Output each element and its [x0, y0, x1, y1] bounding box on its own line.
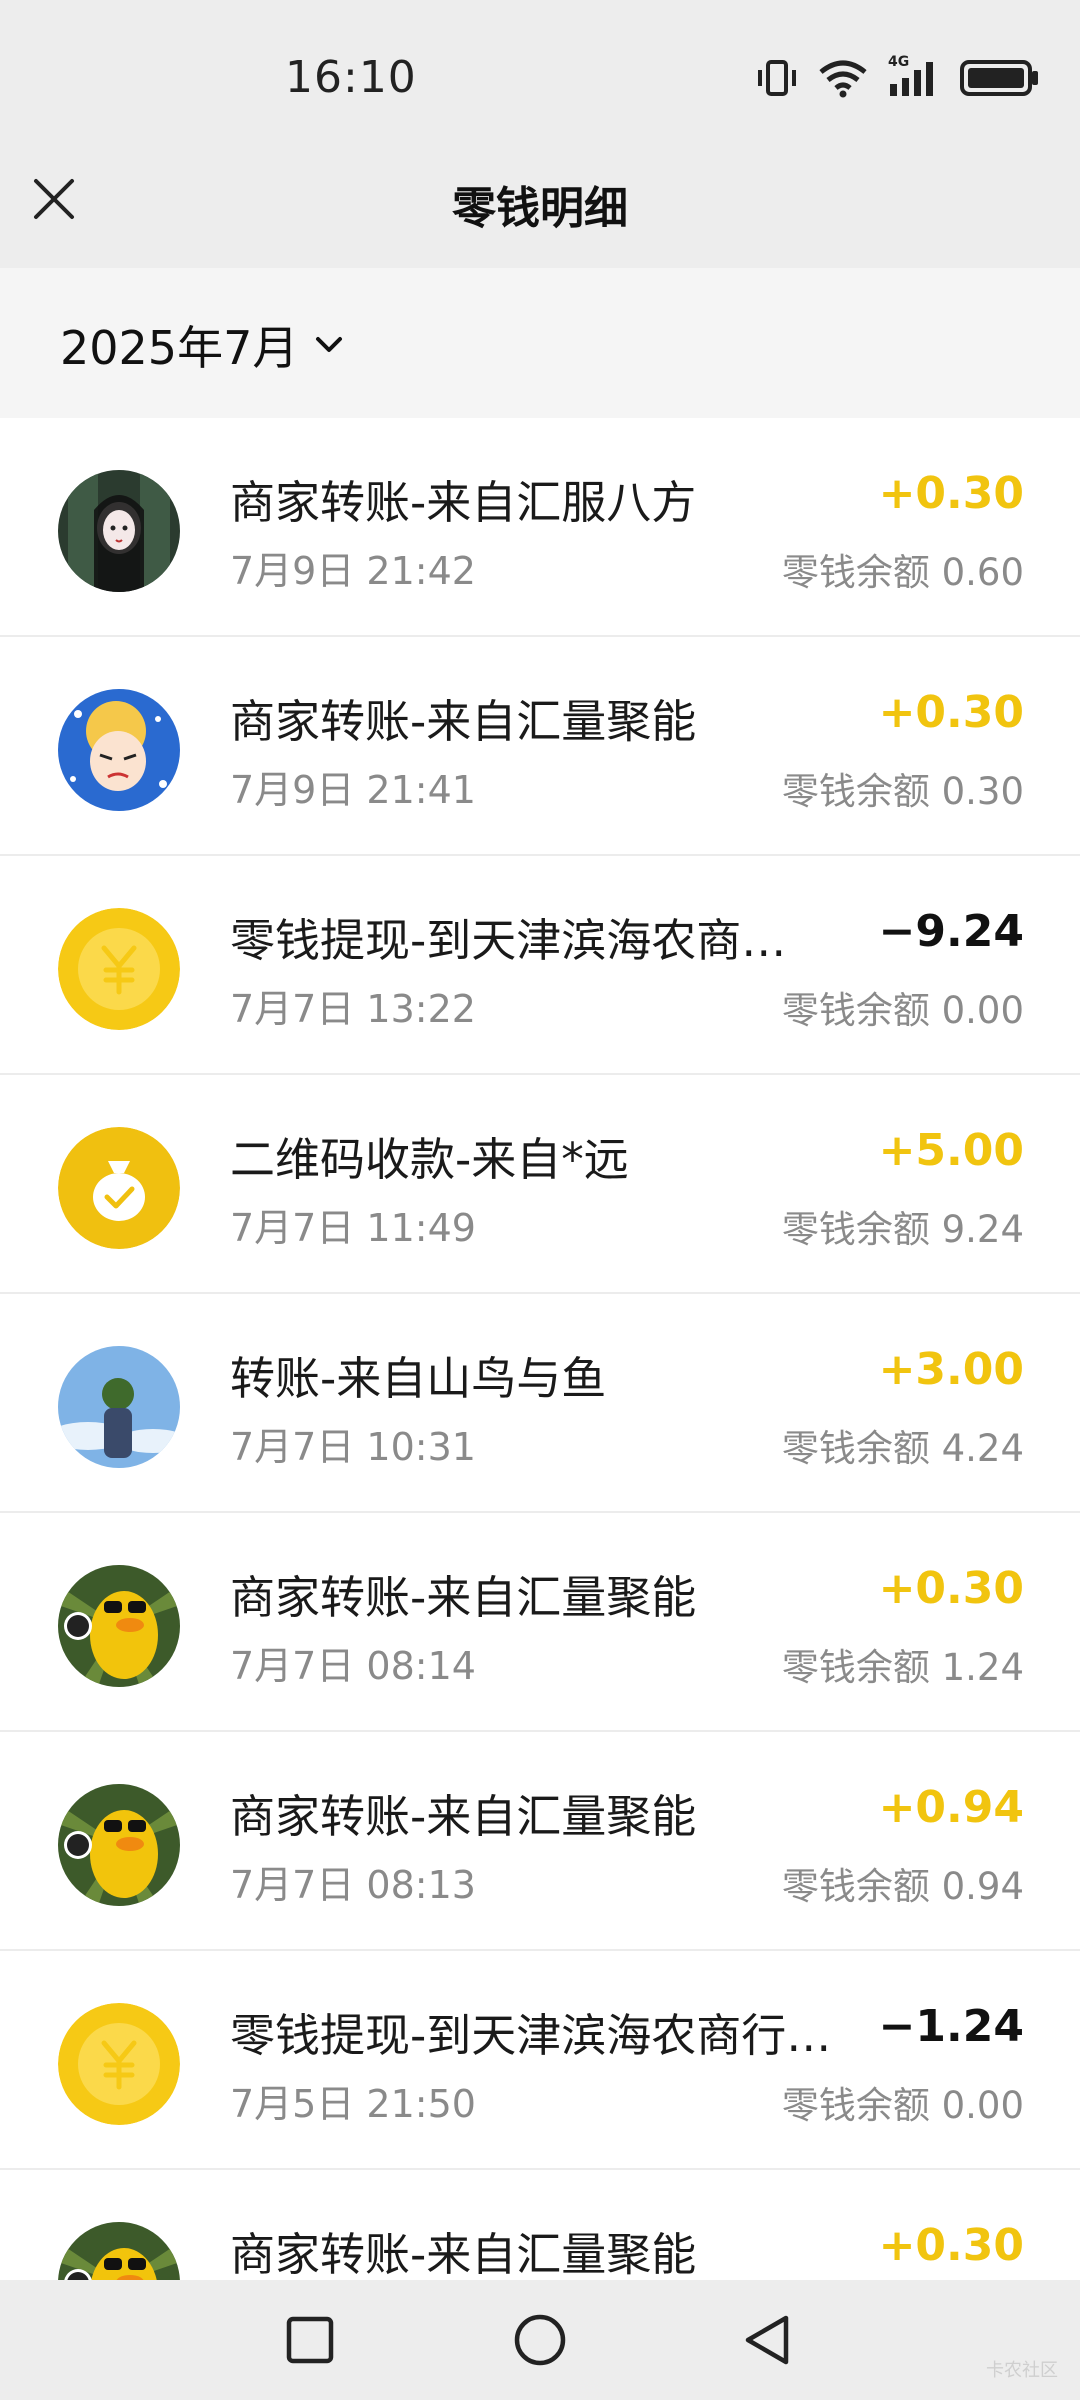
- watermark: 卡农社区: [986, 2360, 1058, 2381]
- transaction-title: 商家转账-来自汇量聚能: [230, 695, 697, 748]
- transaction-balance: 零钱余额 0.60: [781, 551, 1024, 594]
- transaction-balance: 零钱余额 0.00: [781, 989, 1024, 1032]
- vibrate-icon: [758, 60, 796, 96]
- duck-avatar: [58, 1784, 180, 1906]
- transaction-time: 7月7日 11:49: [230, 1206, 476, 1250]
- transaction-time: 7月7日 10:31: [230, 1425, 476, 1469]
- 4g-signal-icon: 4G: [888, 54, 940, 98]
- transaction-time: 7月9日 21:42: [230, 549, 476, 593]
- transaction-amount: −1.24: [878, 2001, 1024, 2052]
- transaction-balance: 零钱余额 0.94: [781, 1865, 1024, 1908]
- status-time: 16:10: [285, 52, 417, 103]
- duck-avatar: [58, 2222, 180, 2280]
- transaction-amount: +0.30: [878, 2220, 1024, 2271]
- list-item[interactable]: 二维码收款-来自*远 7月7日 11:49 +5.00 零钱余额 9.24: [0, 1075, 1080, 1294]
- status-icons: 4G: [756, 54, 1040, 100]
- chevron-down-icon: [316, 337, 343, 352]
- transaction-amount: +5.00: [878, 1125, 1024, 1176]
- transaction-time: 7月7日 08:13: [230, 1863, 476, 1907]
- system-nav-bar: 卡农社区: [0, 2280, 1080, 2400]
- transaction-title: 商家转账-来自汇量聚能: [230, 2228, 697, 2280]
- transaction-amount: +0.30: [878, 468, 1024, 519]
- wifi-icon: [819, 60, 867, 98]
- transaction-amount: +0.94: [878, 1782, 1024, 1833]
- transaction-balance: 零钱余额 4.24: [781, 1427, 1024, 1470]
- transaction-title: 商家转账-来自汇服八方: [230, 476, 697, 529]
- transaction-title: 商家转账-来自汇量聚能: [230, 1571, 697, 1624]
- transaction-title: 零钱提现-到天津滨海农商行…: [230, 2009, 830, 2062]
- transaction-title: 二维码收款-来自*远: [230, 1133, 629, 1186]
- transaction-list: 商家转账-来自汇服八方 7月9日 21:42 +0.30 零钱余额 0.60 商…: [0, 418, 1080, 2280]
- transaction-amount: −9.24: [878, 906, 1024, 957]
- yuan-coin-icon: [58, 908, 180, 1030]
- yuan-coin-icon: [58, 2003, 180, 2125]
- header: 零钱明细: [0, 150, 1080, 268]
- transaction-balance: 零钱余额 0.30: [781, 770, 1024, 813]
- list-item[interactable]: 零钱提现-到天津滨海农商… 7月7日 13:22 −9.24 零钱余额 0.00: [0, 856, 1080, 1075]
- month-label: 2025年7月: [60, 321, 299, 375]
- transaction-balance: 零钱余额 1.24: [781, 1646, 1024, 1689]
- list-item[interactable]: 商家转账-来自汇量聚能 7月7日 08:13 +0.94 零钱余额 0.94: [0, 1732, 1080, 1951]
- status-bar: 16:10 4G: [0, 0, 1080, 150]
- month-selector[interactable]: 2025年7月: [60, 312, 344, 378]
- list-item[interactable]: 转账-来自山鸟与鱼 7月7日 10:31 +3.00 零钱余额 4.24: [0, 1294, 1080, 1513]
- list-item[interactable]: 商家转账-来自汇量聚能 +0.30: [0, 2170, 1080, 2280]
- filter-bar: 2025年7月: [0, 268, 1080, 418]
- battery-icon: [960, 60, 1038, 96]
- transaction-title: 转账-来自山鸟与鱼: [230, 1352, 607, 1405]
- transaction-amount: +0.30: [878, 1563, 1024, 1614]
- cartoon-avatar: [58, 689, 180, 811]
- transaction-title: 商家转账-来自汇量聚能: [230, 1790, 697, 1843]
- square-icon[interactable]: [280, 2310, 340, 2370]
- transaction-time: 7月5日 21:50: [230, 2082, 476, 2126]
- transaction-time: 7月7日 08:14: [230, 1644, 476, 1688]
- money-bag-icon: [58, 1127, 180, 1249]
- page-title: 零钱明细: [452, 183, 628, 234]
- transaction-balance: 零钱余额 9.24: [781, 1208, 1024, 1251]
- transaction-amount: +3.00: [878, 1344, 1024, 1395]
- transaction-time: 7月7日 13:22: [230, 987, 476, 1031]
- sky-photo-avatar: [58, 1346, 180, 1468]
- dark-girl-avatar: [58, 470, 180, 592]
- transaction-balance: 零钱余额 0.00: [781, 2084, 1024, 2127]
- transaction-time: 7月9日 21:41: [230, 768, 476, 812]
- circle-icon[interactable]: [510, 2310, 570, 2370]
- list-item[interactable]: 商家转账-来自汇量聚能 7月9日 21:41 +0.30 零钱余额 0.30: [0, 637, 1080, 856]
- transaction-title: 零钱提现-到天津滨海农商…: [230, 914, 787, 967]
- triangle-back-icon[interactable]: [738, 2310, 798, 2370]
- duck-avatar: [58, 1565, 180, 1687]
- transaction-amount: +0.30: [878, 687, 1024, 738]
- list-item[interactable]: 零钱提现-到天津滨海农商行… 7月5日 21:50 −1.24 零钱余额 0.0…: [0, 1951, 1080, 2170]
- list-item[interactable]: 商家转账-来自汇量聚能 7月7日 08:14 +0.30 零钱余额 1.24: [0, 1513, 1080, 1732]
- list-item[interactable]: 商家转账-来自汇服八方 7月9日 21:42 +0.30 零钱余额 0.60: [0, 418, 1080, 637]
